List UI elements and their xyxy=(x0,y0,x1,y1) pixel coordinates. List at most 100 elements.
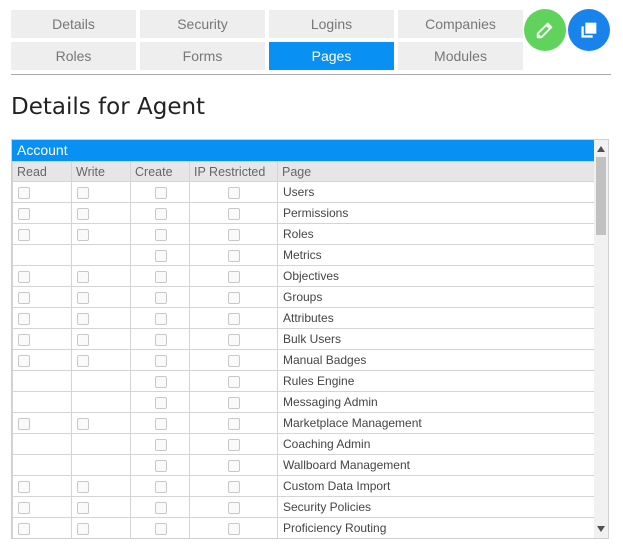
scroll-down-arrow-icon[interactable] xyxy=(594,522,608,536)
tab-logins[interactable]: Logins xyxy=(269,10,394,38)
tab-modules[interactable]: Modules xyxy=(398,42,523,70)
column-header-create[interactable]: Create xyxy=(130,161,190,182)
ip-restricted-checkbox[interactable] xyxy=(228,333,240,346)
tab-roles[interactable]: Roles xyxy=(11,42,136,70)
write-checkbox[interactable] xyxy=(77,333,89,346)
create-checkbox[interactable] xyxy=(154,459,167,472)
create-cell xyxy=(130,475,190,497)
ip-restricted-checkbox[interactable] xyxy=(228,501,240,514)
create-checkbox[interactable] xyxy=(154,375,167,388)
read-checkbox[interactable] xyxy=(18,522,30,535)
tab-pages[interactable]: Pages xyxy=(269,42,394,70)
read-checkbox[interactable] xyxy=(18,354,30,367)
create-checkbox[interactable] xyxy=(154,480,167,493)
create-checkbox[interactable] xyxy=(154,522,167,535)
create-cell xyxy=(130,223,190,245)
permissions-table: Read Write Create IP Restricted Page Use… xyxy=(12,161,595,538)
read-checkbox[interactable] xyxy=(18,291,30,304)
ip-restricted-checkbox[interactable] xyxy=(228,480,240,493)
write-cell xyxy=(71,181,131,203)
ip-restricted-checkbox[interactable] xyxy=(228,291,240,304)
tab-companies[interactable]: Companies xyxy=(398,10,523,38)
ip-restricted-checkbox[interactable] xyxy=(228,228,240,241)
write-checkbox[interactable] xyxy=(77,186,89,199)
ip-restricted-checkbox[interactable] xyxy=(228,396,240,409)
scroll-up-arrow-icon[interactable] xyxy=(594,142,608,156)
create-checkbox[interactable] xyxy=(154,249,167,262)
read-checkbox[interactable] xyxy=(18,417,30,430)
ip-restricted-checkbox[interactable] xyxy=(228,270,240,283)
column-header-write[interactable]: Write xyxy=(71,161,131,182)
create-checkbox[interactable] xyxy=(154,228,167,241)
read-cell xyxy=(12,391,72,413)
ip-restricted-checkbox[interactable] xyxy=(228,354,240,367)
write-checkbox[interactable] xyxy=(77,291,89,304)
ip-restricted-checkbox[interactable] xyxy=(228,522,240,535)
read-cell xyxy=(12,202,72,224)
create-checkbox[interactable] xyxy=(154,333,167,346)
table-row: Security Policies xyxy=(12,496,595,518)
tab-forms[interactable]: Forms xyxy=(140,42,265,70)
read-cell xyxy=(12,244,72,266)
read-cell xyxy=(12,286,72,308)
page-name: Rules Engine xyxy=(277,370,595,392)
create-checkbox[interactable] xyxy=(154,291,167,304)
column-header-read[interactable]: Read xyxy=(12,161,72,182)
tab-security[interactable]: Security xyxy=(140,10,265,38)
column-header-page[interactable]: Page xyxy=(277,161,595,182)
write-checkbox[interactable] xyxy=(77,522,89,535)
ip-restricted-checkbox[interactable] xyxy=(228,186,240,199)
read-cell xyxy=(12,433,72,455)
write-checkbox[interactable] xyxy=(77,354,89,367)
ip-restricted-checkbox[interactable] xyxy=(228,375,240,388)
create-checkbox[interactable] xyxy=(154,354,167,367)
ip-restricted-cell xyxy=(189,412,278,434)
write-checkbox[interactable] xyxy=(77,501,89,514)
read-checkbox[interactable] xyxy=(18,312,30,325)
create-cell xyxy=(130,307,190,329)
column-header-ip-restricted[interactable]: IP Restricted xyxy=(189,161,278,182)
write-cell xyxy=(71,349,131,371)
create-checkbox[interactable] xyxy=(154,207,167,220)
write-checkbox[interactable] xyxy=(77,207,89,220)
write-cell xyxy=(71,223,131,245)
read-cell xyxy=(12,265,72,287)
read-checkbox[interactable] xyxy=(18,207,30,220)
write-checkbox[interactable] xyxy=(77,270,89,283)
read-checkbox[interactable] xyxy=(18,501,30,514)
copy-button[interactable] xyxy=(568,9,610,51)
write-checkbox[interactable] xyxy=(77,312,89,325)
create-checkbox[interactable] xyxy=(154,417,167,430)
tab-details[interactable]: Details xyxy=(11,10,136,38)
page-name: Coaching Admin xyxy=(277,433,595,455)
ip-restricted-checkbox[interactable] xyxy=(228,417,240,430)
read-checkbox[interactable] xyxy=(18,333,30,346)
create-checkbox[interactable] xyxy=(154,396,167,409)
read-cell xyxy=(12,517,72,538)
ip-restricted-checkbox[interactable] xyxy=(228,207,240,220)
write-checkbox[interactable] xyxy=(77,228,89,241)
read-checkbox[interactable] xyxy=(18,186,30,199)
create-checkbox[interactable] xyxy=(154,270,167,283)
read-checkbox[interactable] xyxy=(18,480,30,493)
read-cell xyxy=(12,223,72,245)
ip-restricted-checkbox[interactable] xyxy=(228,459,240,472)
create-checkbox[interactable] xyxy=(154,501,167,514)
table-row: Metrics xyxy=(12,244,595,266)
write-cell xyxy=(71,475,131,497)
write-checkbox[interactable] xyxy=(77,417,89,430)
edit-button[interactable] xyxy=(524,9,566,51)
write-checkbox[interactable] xyxy=(77,480,89,493)
pencil-icon xyxy=(536,22,553,39)
scrollbar-thumb[interactable] xyxy=(596,157,606,235)
ip-restricted-checkbox[interactable] xyxy=(228,312,240,325)
vertical-scrollbar[interactable] xyxy=(594,140,608,538)
ip-restricted-checkbox[interactable] xyxy=(228,249,240,262)
read-checkbox[interactable] xyxy=(18,270,30,283)
create-checkbox[interactable] xyxy=(154,438,167,451)
create-cell xyxy=(130,265,190,287)
read-checkbox[interactable] xyxy=(18,228,30,241)
ip-restricted-checkbox[interactable] xyxy=(228,438,240,451)
create-checkbox[interactable] xyxy=(154,312,167,325)
create-checkbox[interactable] xyxy=(154,186,167,199)
